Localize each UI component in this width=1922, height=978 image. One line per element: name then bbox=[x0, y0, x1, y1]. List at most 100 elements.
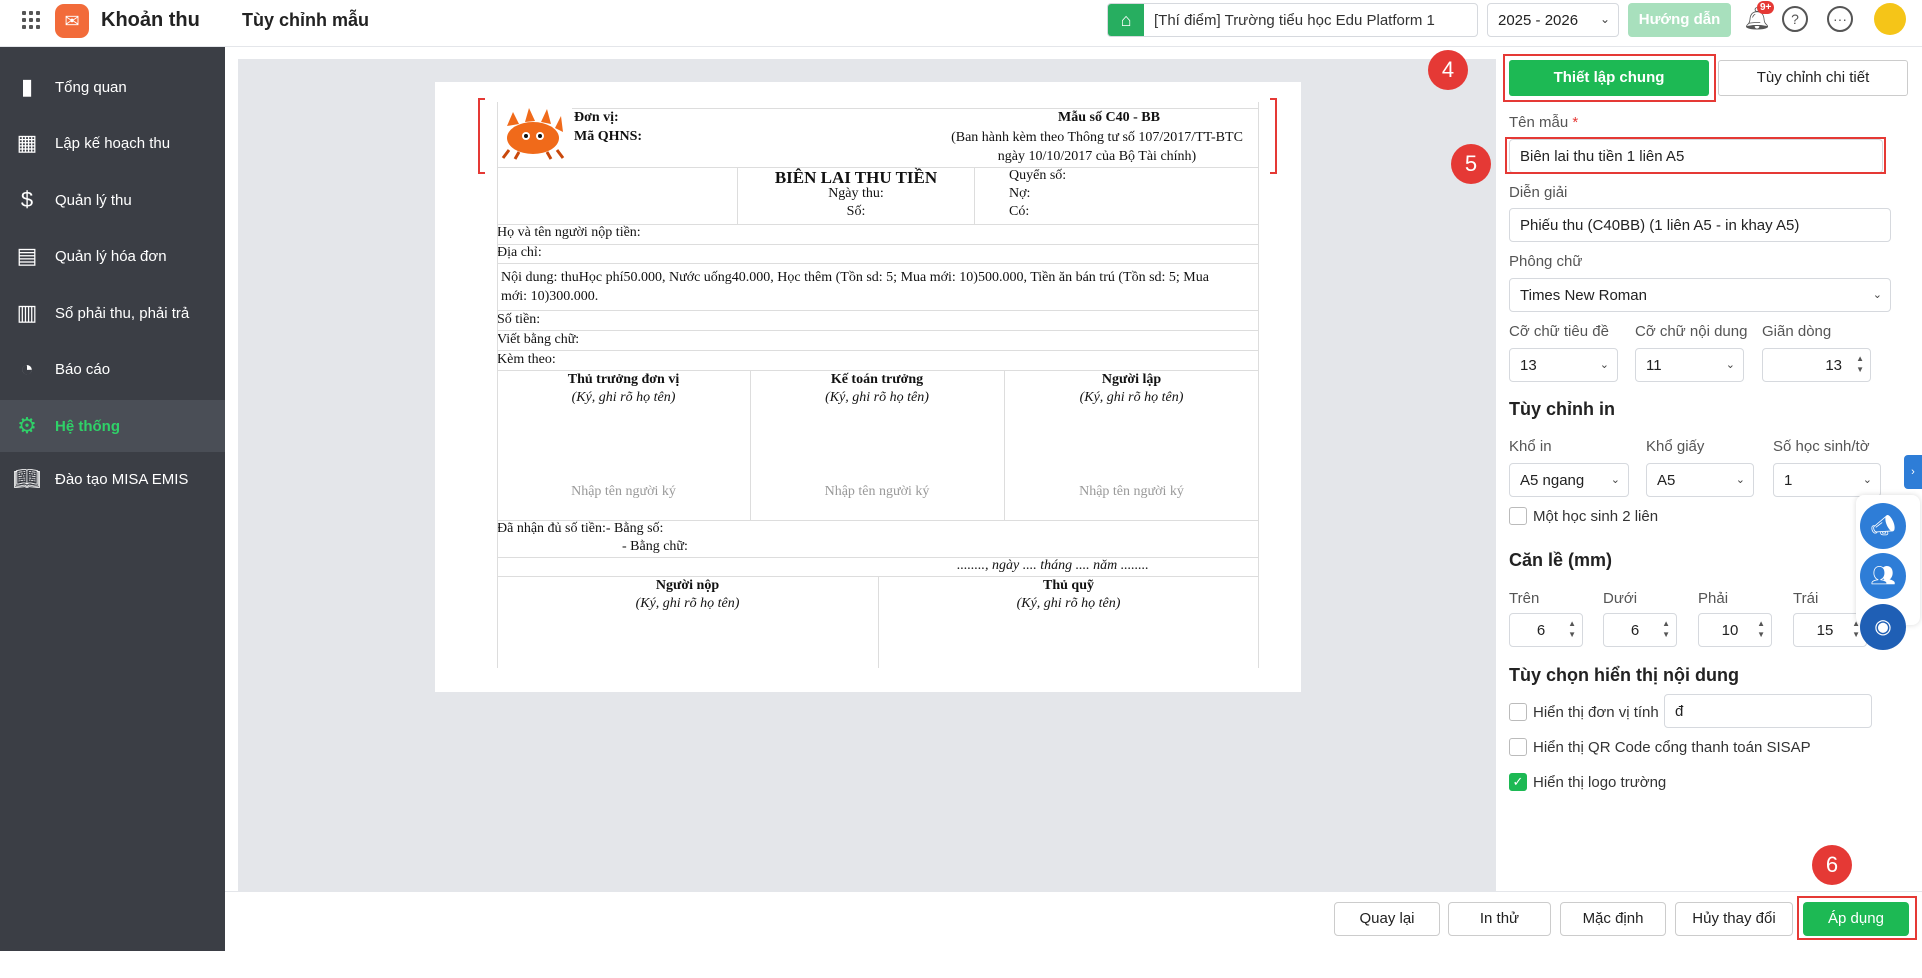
margin-top-input[interactable]: 6 ▲ ▼ bbox=[1509, 613, 1583, 647]
money-hand-icon: $ bbox=[20, 187, 34, 212]
chevron-down-icon: ⌄ bbox=[1610, 474, 1620, 486]
collapse-label: Thu gọn bbox=[33, 961, 89, 978]
megaphone-icon[interactable]: 📣︎ bbox=[1860, 503, 1906, 549]
back-button[interactable]: Quay lại bbox=[1334, 902, 1440, 936]
year-value: 2025 - 2026 bbox=[1498, 12, 1579, 29]
students-value: 1 bbox=[1784, 472, 1793, 489]
sidebar: ▮ Tổng quan ▦ Lập kế hoạch thu $ Quản lý th… bbox=[0, 47, 225, 978]
default-button[interactable]: Mặc định bbox=[1560, 902, 1666, 936]
school-name: [Thí điểm] Trường tiểu học Edu Platform … bbox=[1154, 12, 1435, 29]
print-size-select[interactable]: A5 ngang ⌄ bbox=[1509, 463, 1629, 497]
print-size-label: Khổ in bbox=[1509, 438, 1552, 455]
chevron-down-icon: ⌄ bbox=[1599, 359, 1609, 371]
sidebar-item-label: Báo cáo bbox=[55, 361, 111, 378]
sidebar-item-label: Lập kế hoạch thu bbox=[55, 135, 171, 152]
app-logo-icon: ✉ bbox=[55, 4, 89, 38]
highlight-general-tab bbox=[1503, 54, 1716, 102]
year-select[interactable]: 2025 - 2026 ⌄ bbox=[1487, 3, 1619, 37]
show-logo-label: Hiển thị logo trường bbox=[1533, 774, 1667, 791]
description-input[interactable]: Phiếu thu (C40BB) (1 liên A5 - in khay A… bbox=[1509, 208, 1891, 242]
show-logo-checkbox[interactable]: ✓ bbox=[1509, 773, 1527, 791]
sidebar-item-report[interactable]: ◔ Báo cáo bbox=[0, 343, 225, 395]
content-size-select[interactable]: 11 ⌄ bbox=[1635, 348, 1744, 382]
help-icon[interactable]: ? bbox=[1782, 6, 1808, 32]
print-section-title: Tùy chỉnh in bbox=[1509, 399, 1615, 419]
notification-badge: 9+ bbox=[1757, 1, 1775, 14]
content-size-label: Cỡ chữ nội dung bbox=[1635, 323, 1748, 340]
line-spacing-input[interactable]: 13 ▲ ▼ bbox=[1762, 348, 1871, 382]
collapse-button[interactable]: ‹ Thu gọn bbox=[20, 961, 88, 978]
expand-panel-button[interactable]: › bbox=[1904, 455, 1922, 489]
students-per-sheet-label: Số học sinh/tờ bbox=[1773, 438, 1870, 455]
spinner-icon[interactable]: ▲ ▼ bbox=[1662, 618, 1670, 640]
sidebar-item-system[interactable]: ⚙ Hệ thống bbox=[0, 400, 225, 452]
spinner-icon[interactable]: ▲ ▼ bbox=[1568, 618, 1576, 640]
line-spacing-value: 13 bbox=[1825, 357, 1842, 374]
paper-size-value: A5 bbox=[1657, 472, 1676, 489]
gear-icon: ⚙ bbox=[17, 413, 37, 438]
paper-size-select[interactable]: A5 ⌄ bbox=[1646, 463, 1754, 497]
margin-bottom-input[interactable]: 6 ▲ ▼ bbox=[1603, 613, 1677, 647]
paper-size-label: Khổ giấy bbox=[1646, 438, 1705, 455]
font-select[interactable]: Times New Roman ⌄ bbox=[1509, 278, 1891, 312]
highlight-template-name bbox=[1505, 137, 1886, 174]
step-badge-6: 6 bbox=[1812, 845, 1852, 885]
sidebar-item-label: Đào tạo MISA EMIS bbox=[55, 471, 189, 488]
margin-left-label: Trái bbox=[1793, 590, 1819, 607]
header-left-bracket bbox=[478, 98, 485, 174]
margin-section-title: Căn lề (mm) bbox=[1509, 550, 1613, 570]
chevron-down-icon: ⌄ bbox=[1599, 12, 1610, 26]
margin-right-label: Phải bbox=[1698, 590, 1729, 607]
sidebar-item-ledger[interactable]: ▥ Sổ phải thu, phải trả bbox=[0, 287, 225, 339]
students-per-sheet-select[interactable]: 1 ⌄ bbox=[1773, 463, 1881, 497]
school-home-icon: ⌂ bbox=[1108, 4, 1144, 36]
step-badge-4: 4 bbox=[1428, 50, 1468, 90]
chevron-down-icon: ⌄ bbox=[1725, 359, 1735, 371]
margin-right-input[interactable]: 10 ▲ ▼ bbox=[1698, 613, 1772, 647]
margin-top-value: 6 bbox=[1536, 622, 1546, 639]
print-test-button[interactable]: In thử bbox=[1448, 902, 1551, 936]
sidebar-item-label: Sổ phải thu, phải trả bbox=[55, 305, 190, 322]
chevron-down-icon: ⌄ bbox=[1872, 289, 1882, 301]
community-icon[interactable]: 👥︎ bbox=[1860, 553, 1906, 599]
calendar-money-icon: ▦ bbox=[16, 130, 38, 155]
title-size-value: 13 bbox=[1520, 357, 1537, 374]
sidebar-item-training[interactable]: 📖︎ Đào tạo MISA EMIS bbox=[0, 453, 225, 505]
line-spacing-label: Giãn dòng bbox=[1762, 323, 1832, 340]
chatbot-icon[interactable]: ◉ bbox=[1860, 604, 1906, 650]
chevron-down-icon: ⌄ bbox=[1735, 474, 1745, 486]
page-title: Tùy chỉnh mẫu bbox=[242, 10, 370, 30]
school-selector[interactable]: ⌂ [Thí điểm] Trường tiểu học Edu Platfor… bbox=[1107, 3, 1478, 37]
unit-input[interactable]: đ bbox=[1664, 694, 1872, 728]
chevron-left-icon: ‹ bbox=[20, 961, 25, 978]
avatar[interactable] bbox=[1874, 3, 1906, 35]
title-size-label: Cỡ chữ tiêu đề bbox=[1509, 323, 1609, 340]
two-copies-checkbox[interactable] bbox=[1509, 507, 1527, 525]
show-qr-checkbox[interactable] bbox=[1509, 738, 1527, 756]
more-icon[interactable]: ··· bbox=[1827, 6, 1853, 32]
sidebar-item-plan[interactable]: ▦ Lập kế hoạch thu bbox=[0, 117, 225, 169]
font-label: Phông chữ bbox=[1509, 253, 1583, 270]
cancel-changes-button[interactable]: Hủy thay đổi bbox=[1675, 902, 1793, 936]
apps-grid-icon[interactable] bbox=[22, 11, 40, 29]
guide-button[interactable]: Hướng dẫn bbox=[1628, 3, 1731, 37]
book-icon: 📖︎ bbox=[13, 466, 41, 491]
template-name-label: Tên mẫu * bbox=[1509, 114, 1579, 131]
spinner-icon[interactable]: ▲ ▼ bbox=[1757, 618, 1765, 640]
tab-detail-settings[interactable]: Tùy chỉnh chi tiết bbox=[1718, 60, 1908, 96]
show-unit-checkbox[interactable] bbox=[1509, 703, 1527, 721]
font-value: Times New Roman bbox=[1520, 287, 1647, 304]
sidebar-item-label: Quản lý hóa đơn bbox=[55, 248, 167, 265]
pie-chart-icon: ◔ bbox=[20, 356, 34, 381]
sidebar-item-overview[interactable]: ▮ Tổng quan bbox=[0, 61, 225, 113]
header-right-bracket bbox=[1270, 98, 1277, 174]
display-section-title: Tùy chọn hiển thị nội dung bbox=[1509, 665, 1739, 685]
sidebar-item-collect[interactable]: $ Quản lý thu bbox=[0, 174, 225, 226]
spinner-icon[interactable]: ▲ ▼ bbox=[1856, 353, 1864, 375]
sidebar-item-invoice[interactable]: ▤ Quản lý hóa đơn bbox=[0, 230, 225, 282]
content-size-value: 11 bbox=[1646, 357, 1662, 374]
chevron-down-icon: ⌄ bbox=[1862, 474, 1872, 486]
title-size-select[interactable]: 13 ⌄ bbox=[1509, 348, 1618, 382]
sidebar-item-label: Tổng quan bbox=[55, 79, 127, 96]
invoice-icon: ▤ bbox=[16, 243, 38, 268]
